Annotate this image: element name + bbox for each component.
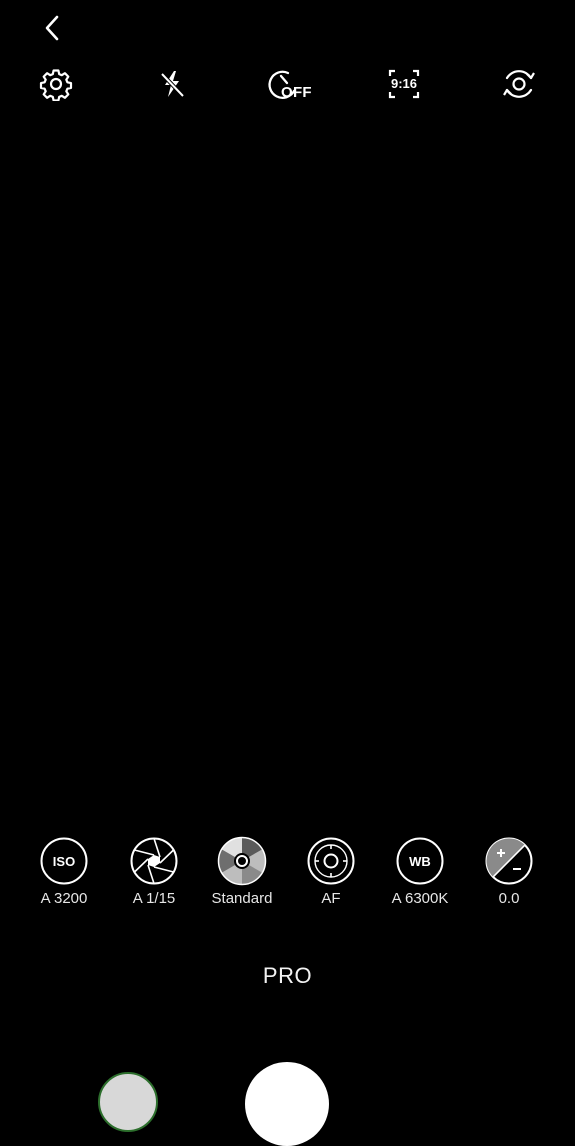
switch-camera-icon	[503, 70, 535, 98]
shutter-button[interactable]	[245, 1062, 329, 1146]
back-button[interactable]	[34, 10, 70, 46]
camera-mode-label[interactable]: PRO	[0, 963, 575, 989]
iso-icon-label: ISO	[52, 853, 76, 869]
color-tone-value: Standard	[211, 890, 273, 907]
timer-button[interactable]: OFF	[266, 64, 314, 104]
focus-value: AF	[321, 890, 341, 907]
switch-camera-button[interactable]	[499, 64, 539, 104]
iso-control[interactable]: ISO A 3200	[19, 836, 109, 907]
color-tone-control[interactable]: Standard	[197, 836, 287, 907]
iso-value: A 3200	[40, 890, 88, 907]
exposure-value: 0.0	[498, 890, 520, 907]
color-tone-icon	[217, 836, 267, 886]
iso-icon: ISO	[39, 836, 89, 886]
gallery-thumbnail[interactable]	[98, 1072, 158, 1132]
shutter-speed-value: A 1/15	[132, 890, 176, 907]
shutter-speed-icon	[129, 836, 179, 886]
focus-control[interactable]: AF	[286, 836, 376, 907]
flash-off-icon	[160, 71, 185, 98]
settings-button[interactable]	[36, 64, 76, 104]
pro-controls-bar: ISO A 3200 A 1/15 Standard AF WB A 6300K…	[0, 836, 575, 916]
aspect-ratio-label: 9:16	[390, 76, 418, 91]
flash-button[interactable]	[152, 64, 192, 104]
exposure-control[interactable]: 0.0	[464, 836, 554, 907]
exposure-icon	[484, 836, 534, 886]
white-balance-value: A 6300K	[391, 890, 449, 907]
camera-viewfinder[interactable]	[0, 120, 575, 820]
focus-icon	[306, 836, 356, 886]
gear-icon	[39, 69, 73, 101]
shutter-speed-control[interactable]: A 1/15	[109, 836, 199, 907]
aspect-ratio-button[interactable]: 9:16	[384, 64, 424, 104]
chevron-left-icon	[45, 15, 59, 41]
white-balance-icon: WB	[395, 836, 445, 886]
white-balance-icon-label: WB	[409, 853, 431, 869]
white-balance-control[interactable]: WB A 6300K	[375, 836, 465, 907]
timer-off-label: OFF	[281, 84, 312, 101]
